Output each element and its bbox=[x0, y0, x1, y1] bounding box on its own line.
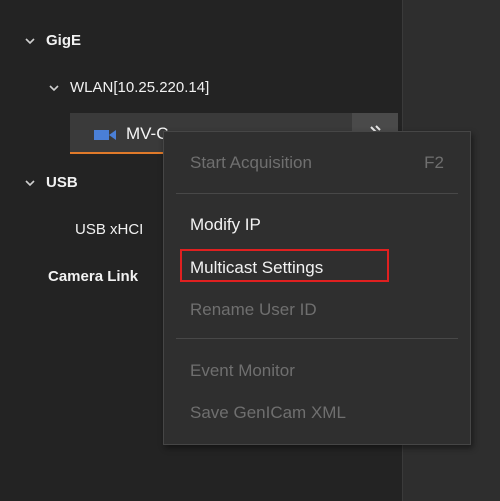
menu-item-modify-ip[interactable]: Modify IP bbox=[190, 215, 444, 235]
menu-item-start-acquisition[interactable]: Start Acquisition F2 bbox=[190, 153, 444, 173]
tree-node-label: WLAN[10.25.220.14] bbox=[70, 79, 210, 96]
chevron-down-icon[interactable] bbox=[24, 177, 36, 189]
chevron-down-icon[interactable] bbox=[48, 82, 60, 94]
menu-item-label: Event Monitor bbox=[190, 361, 295, 380]
menu-item-event-monitor[interactable]: Event Monitor bbox=[190, 361, 444, 381]
menu-separator bbox=[176, 338, 458, 339]
tree-node-camera-link[interactable]: Camera Link bbox=[48, 268, 138, 285]
menu-item-save-genicam-xml[interactable]: Save GenICam XML bbox=[190, 403, 444, 423]
menu-item-label: Start Acquisition bbox=[190, 153, 312, 172]
tree-node-label: GigE bbox=[46, 32, 82, 49]
tree-node-usb[interactable]: USB bbox=[24, 174, 78, 191]
menu-item-label: Modify IP bbox=[190, 215, 261, 234]
tree-node-label: USB bbox=[46, 174, 78, 191]
tree-node-gige[interactable]: GigE bbox=[24, 32, 81, 49]
menu-separator bbox=[176, 193, 458, 194]
tree-node-label: Camera Link bbox=[48, 268, 139, 285]
tree-node-usb-xhci[interactable]: USB xHCI bbox=[75, 221, 143, 238]
tree-node-label: USB xHCI bbox=[75, 221, 144, 238]
chevron-down-icon[interactable] bbox=[24, 35, 36, 47]
context-menu: Start Acquisition F2 Modify IP Multicast… bbox=[163, 131, 471, 445]
app-window: GigE WLAN[10.25.220.14] USB USB xHCI Cam… bbox=[0, 0, 500, 501]
camera-icon bbox=[94, 128, 116, 140]
tree-node-wlan[interactable]: WLAN[10.25.220.14] bbox=[48, 79, 209, 96]
menu-item-label: Save GenICam XML bbox=[190, 403, 346, 422]
menu-item-rename-user-id[interactable]: Rename User ID bbox=[190, 300, 444, 320]
menu-item-label: Rename User ID bbox=[190, 300, 317, 319]
highlight-box bbox=[180, 249, 389, 282]
menu-item-shortcut: F2 bbox=[424, 153, 444, 172]
